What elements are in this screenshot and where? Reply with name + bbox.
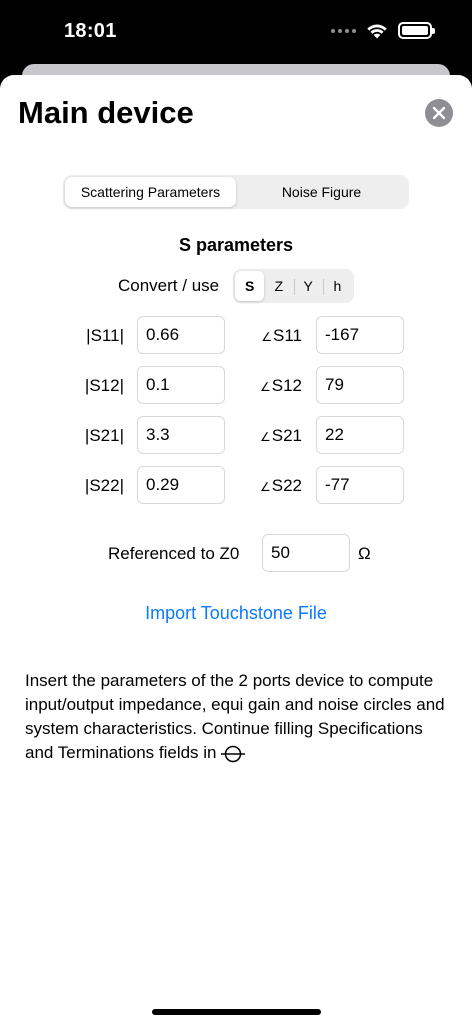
s22-magnitude-label: |S22|: [84, 476, 124, 495]
s21-angle-label-text: S21: [271, 426, 302, 445]
s12-angle-label: ∠S12: [260, 376, 302, 396]
status-icons: [331, 22, 435, 39]
smith-chart-icon: [220, 745, 245, 762]
xmark-circle-icon: [432, 106, 446, 120]
param-row-s21: |S21| 3.3 ∠S21 22: [0, 416, 472, 454]
convert-option-z[interactable]: Z: [264, 271, 293, 301]
s12-magnitude-label: |S12|: [84, 376, 124, 395]
s22-magnitude-input[interactable]: 0.29: [137, 466, 225, 504]
s11-angle-label-text: S11: [273, 326, 302, 345]
tab-noise-figure[interactable]: Noise Figure: [236, 177, 407, 207]
wifi-icon: [367, 24, 387, 38]
mode-segmented-control: Scattering Parameters Noise Figure: [63, 175, 409, 209]
convert-option-h[interactable]: h: [322, 271, 352, 301]
s22-angle-input[interactable]: -77: [316, 466, 404, 504]
status-bar: 18:01: [0, 0, 472, 64]
description-text: Insert the parameters of the 2 ports dev…: [25, 669, 453, 765]
s22-angle-label: ∠S22: [260, 476, 302, 496]
s12-magnitude-input[interactable]: 0.1: [137, 366, 225, 404]
angle-symbol: ∠: [259, 380, 271, 394]
angle-symbol: ∠: [261, 330, 272, 344]
convert-option-s[interactable]: S: [235, 271, 265, 301]
status-time: 18:01: [64, 20, 117, 42]
z0-unit: Ω: [358, 544, 371, 563]
param-row-s12: |S12| 0.1 ∠S12 79: [0, 366, 472, 404]
s11-magnitude-label: |S11|: [86, 326, 124, 345]
s11-angle-label: ∠S11: [261, 326, 302, 346]
z0-input[interactable]: 50: [262, 534, 350, 572]
angle-symbol: ∠: [259, 430, 271, 444]
s21-magnitude-input[interactable]: 3.3: [137, 416, 225, 454]
signal-dots-icon: [331, 28, 356, 33]
section-title: S parameters: [178, 235, 294, 255]
s11-angle-input[interactable]: -167: [316, 316, 404, 354]
s12-angle-label-text: S12: [271, 376, 302, 395]
main-device-sheet: Main device Scattering Parameters Noise …: [0, 75, 472, 1024]
param-row-s22: |S22| 0.29 ∠S22 -77: [0, 466, 472, 504]
s21-angle-label: ∠S21: [260, 426, 302, 446]
s22-angle-label-text: S22: [271, 476, 302, 495]
tab-scattering-parameters[interactable]: Scattering Parameters: [65, 177, 236, 207]
s21-magnitude-label: |S21|: [84, 426, 124, 445]
s12-angle-input[interactable]: 79: [316, 366, 404, 404]
param-row-s11: |S11| 0.66 ∠S11 -167: [0, 316, 472, 354]
convert-option-y[interactable]: Y: [293, 271, 323, 301]
z0-label: Referenced to Z0: [108, 544, 240, 563]
page-title: Main device: [18, 95, 194, 130]
convert-label: Convert / use: [118, 276, 220, 295]
import-touchstone-link[interactable]: Import Touchstone File: [0, 603, 472, 624]
convert-segmented-control: S Z Y h: [233, 269, 354, 303]
s21-angle-input[interactable]: 22: [316, 416, 404, 454]
angle-symbol: ∠: [259, 480, 271, 494]
home-indicator[interactable]: [152, 1009, 321, 1015]
close-button[interactable]: [425, 99, 453, 127]
battery-icon: [398, 22, 435, 39]
s11-magnitude-input[interactable]: 0.66: [137, 316, 225, 354]
